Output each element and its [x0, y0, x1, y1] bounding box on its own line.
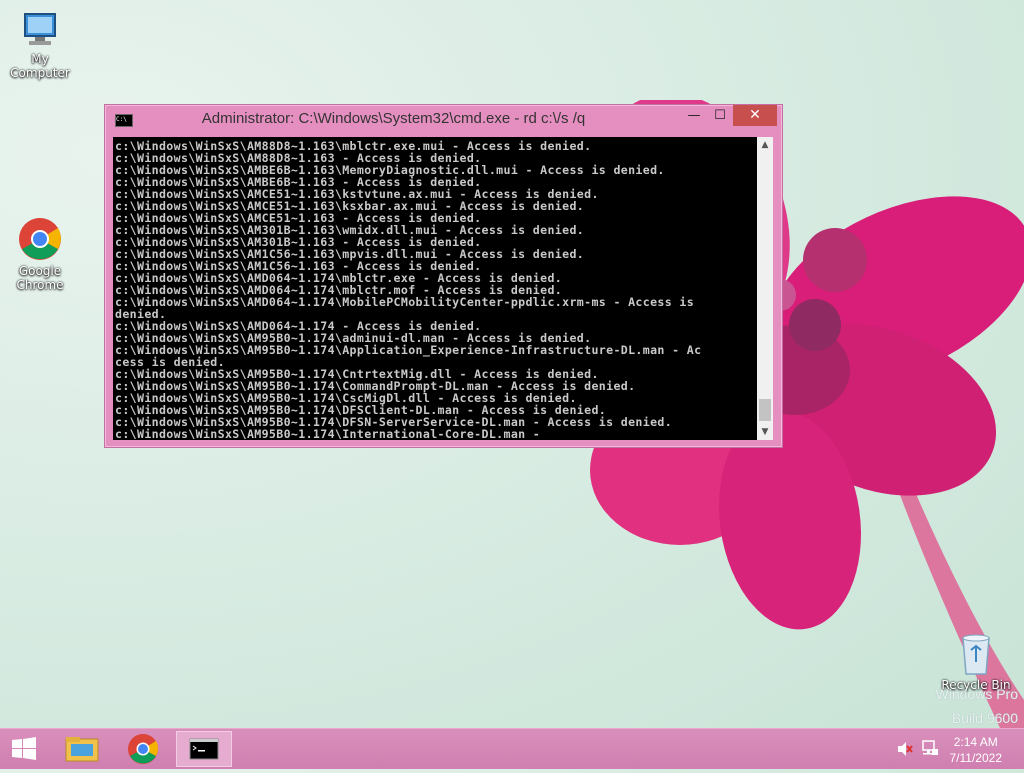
cmd-console-output[interactable]: c:\Windows\WinSxS\AM88D8~1.163\mblctr.ex… [113, 137, 757, 440]
scrollbar-thumb[interactable] [759, 399, 771, 421]
windows-edition-watermark: Windows Pro [935, 686, 1018, 702]
chrome-icon [17, 216, 63, 262]
cmd-window[interactable]: C:\ Administrator: C:\Windows\System32\c… [104, 104, 783, 448]
clock-time: 2:14 AM [953, 735, 998, 749]
console-line: c:\Windows\WinSxS\AMD064~1.174\MobilePCM… [115, 295, 695, 309]
taskbar-clock[interactable]: 2:14 AM 7/11/2022 [950, 734, 1003, 766]
desktop-icon-my-computer[interactable]: My Computer [0, 10, 80, 80]
desktop-icon-label: My Computer [10, 52, 70, 80]
tray-network[interactable] [920, 729, 940, 769]
computer-icon [19, 10, 61, 50]
minimize-button[interactable]: — [681, 105, 707, 126]
console-line: c:\Windows\WinSxS\AM95B0~1.174\Internati… [115, 427, 541, 440]
recycle-bin-icon [959, 632, 993, 676]
taskbar-chrome[interactable] [115, 731, 171, 767]
taskbar-file-explorer[interactable] [54, 731, 110, 767]
close-button[interactable]: ✕ [733, 105, 777, 126]
start-button[interactable] [0, 731, 48, 767]
volume-muted-icon [898, 742, 913, 756]
cmd-titlebar[interactable]: C:\ Administrator: C:\Windows\System32\c… [105, 105, 782, 133]
chrome-icon [128, 734, 159, 764]
scroll-up-icon[interactable]: ▲ [757, 137, 773, 153]
taskbar-cmd[interactable] [176, 731, 232, 767]
desktop-icon-google-chrome[interactable]: Google Chrome [0, 216, 80, 292]
cmd-window-title: Administrator: C:\Windows\System32\cmd.e… [201, 110, 586, 127]
cmd-icon [189, 738, 219, 760]
tray-volume[interactable] [896, 729, 914, 769]
maximize-button[interactable]: ☐ [707, 105, 733, 126]
windows-build-watermark: Build 9600 [951, 710, 1018, 726]
network-icon [922, 740, 938, 755]
desktop-icon-recycle-bin[interactable]: Recycle Bin [936, 632, 1016, 692]
start-icon [12, 737, 36, 760]
vertical-scrollbar[interactable]: ▲ ▼ [757, 137, 773, 440]
console-text: c:\Windows\WinSxS\AM88D8~1.163\mblctr.ex… [113, 137, 757, 440]
taskbar: 2:14 AM 7/11/2022 [0, 728, 1024, 769]
file-explorer-icon [65, 737, 99, 762]
desktop-icon-label: Google Chrome [16, 264, 64, 292]
clock-date: 7/11/2022 [949, 751, 1003, 765]
scroll-down-icon[interactable]: ▼ [757, 424, 773, 440]
